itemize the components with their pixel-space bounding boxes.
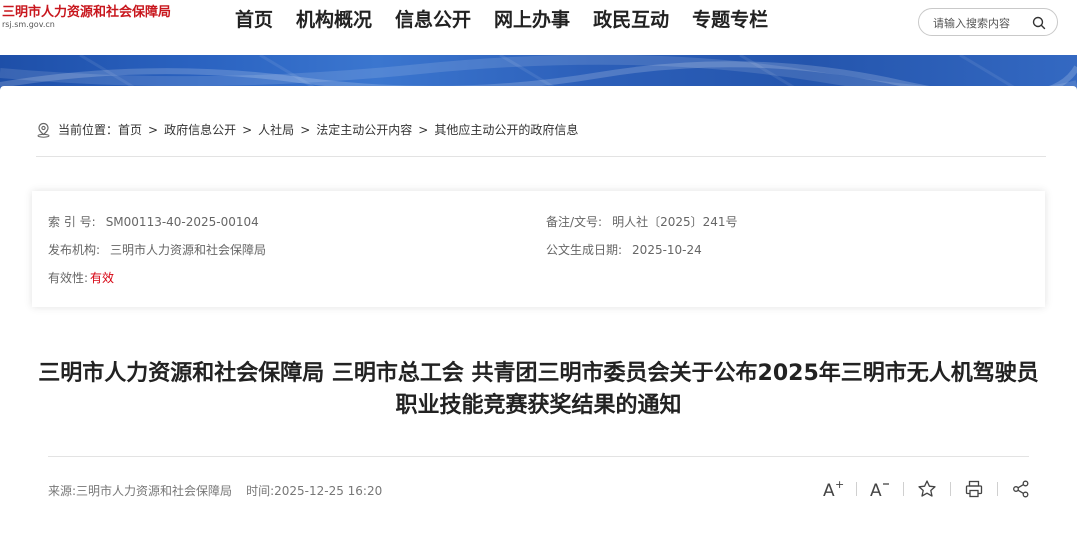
toolbar-separator [856, 482, 857, 496]
breadcrumb: 当前位置： 首页 > 政府信息公开 > 人社局 > 法定主动公开内容 > 其他应… [36, 121, 578, 138]
toolbar-separator [903, 482, 904, 496]
nav-item-online-services[interactable]: 网上办事 [494, 6, 570, 34]
svg-text:A: A [823, 481, 835, 499]
time-label: 时间: [246, 484, 275, 498]
meta-doc-number: 备注/文号: 明人社〔2025〕241号 [546, 213, 738, 230]
meta-doc-number-label: 备注/文号: [546, 215, 603, 229]
share-button[interactable] [1008, 478, 1034, 500]
meta-publisher: 发布机构: 三明市人力资源和社会保障局 [48, 241, 266, 258]
breadcrumb-statutory-content[interactable]: 法定主动公开内容 [316, 121, 412, 138]
breadcrumb-separator: > [418, 122, 429, 137]
meta-publisher-label: 发布机构: [48, 243, 101, 257]
main-nav: 首页 机构概况 信息公开 网上办事 政民互动 专题专栏 [235, 6, 791, 34]
search-icon[interactable] [1031, 15, 1047, 31]
breadcrumb-info-disclosure[interactable]: 政府信息公开 [164, 121, 236, 138]
nav-item-interaction[interactable]: 政民互动 [593, 6, 669, 34]
search-box [918, 8, 1058, 36]
font-decrease-icon: A [870, 481, 889, 499]
meta-validity-label: 有效性: [48, 271, 89, 285]
divider [36, 156, 1046, 157]
nav-item-special-topics[interactable]: 专题专栏 [692, 6, 768, 34]
divider [48, 456, 1029, 457]
meta-date: 公文生成日期: 2025-10-24 [546, 241, 702, 258]
meta-validity: 有效性: 有效 [48, 269, 114, 286]
document-meta-box: 索 引 号: SM00113-40-2025-00104 备注/文号: 明人社〔20… [32, 191, 1045, 307]
article-title: 三明市人力资源和社会保障局 三明市总工会 共青团三明市委员会关于公布2025年三… [38, 361, 1039, 418]
print-icon [965, 480, 983, 498]
meta-date-value: 2025-10-24 [632, 243, 702, 257]
meta-index-label: 索 引 号: [48, 215, 96, 229]
font-increase-button[interactable]: A + [820, 478, 846, 500]
toolbar-separator [997, 482, 998, 496]
breadcrumb-other-info[interactable]: 其他应主动公开的政府信息 [434, 121, 578, 138]
meta-date-label: 公文生成日期: [546, 243, 623, 257]
favorite-button[interactable] [914, 478, 940, 500]
meta-publisher-value: 三明市人力资源和社会保障局 [110, 243, 267, 257]
breadcrumb-separator: > [148, 122, 159, 137]
nav-item-info-disclosure[interactable]: 信息公开 [395, 6, 471, 34]
font-decrease-button[interactable]: A [867, 478, 893, 500]
source-label: 来源: [48, 484, 77, 498]
share-icon [1013, 480, 1029, 498]
site-logo[interactable]: 三明市人力资源和社会保障局 rsj.sm.gov.cn [2, 1, 171, 29]
meta-doc-number-value: 明人社〔2025〕241号 [612, 215, 738, 229]
logo-title: 三明市人力资源和社会保障局 [2, 5, 172, 20]
meta-index-value: SM00113-40-2025-00104 [105, 215, 259, 229]
breadcrumb-prefix: 当前位置： [58, 123, 119, 137]
star-icon [918, 480, 936, 497]
search-input[interactable] [933, 14, 1029, 32]
site-header: 三明市人力资源和社会保障局 rsj.sm.gov.cn 首页 机构概况 信息公开… [0, 0, 1077, 55]
font-increase-icon: A + [823, 479, 844, 499]
logo-url: rsj.sm.gov.cn [2, 20, 55, 29]
breadcrumb-hr-bureau[interactable]: 人社局 [258, 121, 294, 138]
meta-validity-value: 有效 [90, 271, 115, 285]
content-panel: 当前位置： 首页 > 政府信息公开 > 人社局 > 法定主动公开内容 > 其他应… [0, 86, 1077, 537]
article-toolbar: A + A [820, 478, 1034, 500]
article-info: 来源:三明市人力资源和社会保障局 时间:2025-12-25 16:20 [48, 482, 382, 499]
nav-item-home[interactable]: 首页 [235, 6, 273, 34]
location-icon [37, 122, 50, 138]
breadcrumb-separator: > [300, 122, 311, 137]
breadcrumb-home[interactable]: 首页 [118, 121, 142, 138]
svg-text:+: + [835, 479, 844, 491]
print-button[interactable] [961, 478, 987, 500]
toolbar-separator [950, 482, 951, 496]
breadcrumb-separator: > [242, 122, 253, 137]
svg-text:A: A [870, 481, 882, 499]
source-value: 三明市人力资源和社会保障局 [76, 484, 233, 498]
nav-item-organization[interactable]: 机构概况 [296, 6, 372, 34]
time-value: 2025-12-25 16:20 [274, 484, 383, 498]
meta-index: 索 引 号: SM00113-40-2025-00104 [48, 213, 259, 230]
